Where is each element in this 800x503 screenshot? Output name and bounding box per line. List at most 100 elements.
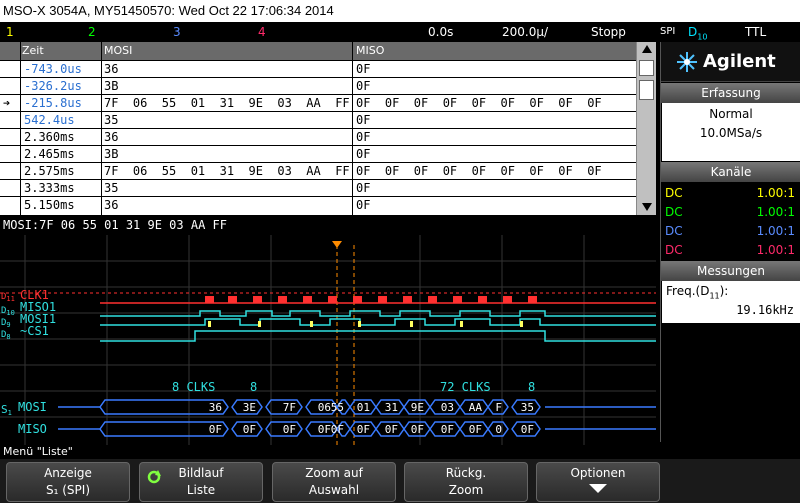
table-row[interactable]: 2.575ms 7F 06 55 01 31 9E 03 AA FF 0F 0F 0… [0, 162, 636, 179]
channel-status-bar: 1 2 3 4 0.0s 200.0µ/ Stopp SPI D10 TTL [0, 22, 800, 42]
table-header: Zeit MOSI MISO [0, 42, 636, 60]
channel-row[interactable]: DC 1.00:1 [665, 184, 797, 202]
channel-list[interactable]: DC 1.00:1 DC 1.00:1 DC 1.00:1 DC 1.00:1 [662, 182, 800, 260]
header-miso: MISO [356, 44, 385, 57]
miso-byte-label: 0F [441, 423, 454, 436]
channel-3-label[interactable]: 3 [173, 22, 181, 42]
row-time: 5.150ms [24, 198, 75, 212]
sample-rate: 10.0MSa/s [699, 126, 763, 140]
lister-table[interactable]: Zeit MOSI MISO -743.0us 36 0F -326.2us 3B 0F ➔… [0, 42, 656, 215]
row-time: 3.333ms [24, 181, 75, 195]
clks-left-count: 8 [250, 380, 257, 394]
bus-mosi-label: MOSI [18, 400, 47, 414]
mosi-byte-label: 55 [331, 401, 344, 414]
row-mosi: 3B [104, 147, 119, 161]
scrollbar-thumb[interactable] [639, 60, 654, 76]
bus-miso-label: MISO [18, 422, 47, 436]
row-miso: 0F 0F 0F 0F 0F 0F 0F 0F 0F [356, 164, 602, 178]
row-time: 2.360ms [24, 130, 75, 144]
table-row[interactable]: 542.4us 35 0F [0, 111, 636, 128]
row-mosi: 3B [104, 79, 119, 93]
channel-scale: 1.00:1 [756, 186, 795, 200]
row-mosi: 36 [104, 130, 119, 144]
kanaele-header: Kanäle [661, 162, 800, 182]
mosi-byte-label: 7F [283, 401, 296, 414]
mosi-byte-label: 3E [243, 401, 256, 414]
miso-byte-label: 0F [209, 423, 222, 436]
table-row[interactable]: ➔ -215.8us 7F 06 55 01 31 9E 03 AA FF 0F 0F… [0, 94, 636, 111]
channel-coupling: DC [665, 243, 683, 257]
table-row[interactable]: 2.465ms 3B 0F [0, 145, 636, 162]
acquisition-box[interactable]: Normal 10.0MSa/s [662, 103, 800, 161]
table-row[interactable]: -743.0us 36 0F [0, 60, 636, 77]
channel-scale: 1.00:1 [756, 205, 795, 219]
clks-right-count: 8 [528, 380, 535, 394]
softkey-bar: Anzeige S₁ (SPI) Bildlauf Liste Zoom auf Au… [0, 459, 800, 503]
channel-2-label[interactable]: 2 [88, 22, 96, 42]
row-mosi: 7F 06 55 01 31 9E 03 AA FF [104, 164, 350, 178]
mosi-byte-label: AA [469, 401, 483, 414]
miso-byte-label: 0F [521, 423, 534, 436]
row-miso: 0F [356, 198, 371, 212]
softkey-undo-zoom-button[interactable]: Rückg. Zoom [404, 462, 528, 502]
timebase-readout: 200.0µ/ [502, 25, 549, 39]
miso-byte-label: 0 [495, 423, 502, 436]
table-scrollbar[interactable] [636, 42, 656, 215]
row-mosi: 35 [104, 181, 119, 195]
row-miso: 0F [356, 147, 371, 161]
channel-row[interactable]: DC 1.00:1 [665, 222, 797, 240]
softkey-zoom-selection-button[interactable]: Zoom auf Auswahl [272, 462, 396, 502]
channel-1-label[interactable]: 1 [6, 22, 14, 42]
measurement-box[interactable]: Freq.(D11): 19.16kHz [662, 281, 800, 323]
channel-4-label[interactable]: 4 [258, 22, 266, 42]
scroll-down-icon[interactable] [641, 202, 653, 212]
table-row[interactable]: 3.333ms 35 0F [0, 179, 636, 196]
waveform-display[interactable]: D11 CLK1 D10 MISO1 D9 MOSI1 D8 ~CS1 8 CL… [0, 235, 656, 445]
refresh-icon [147, 470, 161, 484]
channel-scale: 1.00:1 [756, 243, 795, 257]
clks-left-label: 8 CLKS [172, 380, 215, 394]
mosi-byte-label: 03 [441, 401, 454, 414]
row-mosi: 36 [104, 62, 119, 76]
miso-byte-label: 0F [283, 423, 296, 436]
header-mosi: MOSI [104, 44, 133, 57]
trigger-source-letter: D [688, 25, 698, 39]
mosi-byte-label: 01 [357, 401, 370, 414]
mosi-byte-label: F [495, 401, 502, 414]
miso-byte-label: 0F [331, 423, 344, 436]
erfassung-header: Erfassung [661, 83, 800, 103]
clks-right-label: 72 CLKS [440, 380, 491, 394]
mosi-byte-label: 35 [521, 401, 534, 414]
softkey-display-button[interactable]: Anzeige S₁ (SPI) [6, 462, 130, 502]
row-mosi: 36 [104, 198, 119, 212]
brand-area: Agilent [661, 42, 800, 82]
table-row[interactable]: -326.2us 3B 0F [0, 77, 636, 94]
channel-coupling: DC [665, 186, 683, 200]
scrollbar-handle[interactable] [639, 80, 654, 100]
mosi-byte-label: 36 [209, 401, 222, 414]
brand-name: Agilent [703, 51, 776, 72]
softkey-scroll-list-button[interactable]: Bildlauf Liste [139, 462, 263, 502]
trigger-type: SPI [660, 26, 676, 37]
table-row[interactable]: 2.360ms 36 0F [0, 128, 636, 145]
softkey-options-button[interactable]: Optionen [536, 462, 660, 502]
channel-coupling: DC [665, 224, 683, 238]
messungen-header: Messungen [661, 261, 800, 281]
row-mosi: 35 [104, 113, 119, 127]
menu-title: Menü "Liste" [0, 445, 800, 459]
miso-byte-label: 0F [318, 423, 331, 436]
decode-summary: MOSI:7F 06 55 01 31 9E 03 AA FF [0, 215, 656, 235]
agilent-spark-icon [677, 52, 697, 72]
row-time: 2.465ms [24, 147, 75, 161]
row-miso: 0F [356, 181, 371, 195]
down-arrow-icon [589, 484, 607, 493]
scroll-up-icon[interactable] [641, 44, 653, 54]
row-miso: 0F [356, 62, 371, 76]
channel-row[interactable]: DC 1.00:1 [665, 203, 797, 221]
table-row[interactable]: 5.150ms 36 0F [0, 196, 636, 213]
channel-row[interactable]: DC 1.00:1 [665, 241, 797, 259]
acquisition-mode: Normal [709, 107, 753, 121]
miso-byte-label: 0F [357, 423, 370, 436]
header-zeit: Zeit [22, 44, 44, 57]
run-state: Stopp [591, 25, 626, 39]
